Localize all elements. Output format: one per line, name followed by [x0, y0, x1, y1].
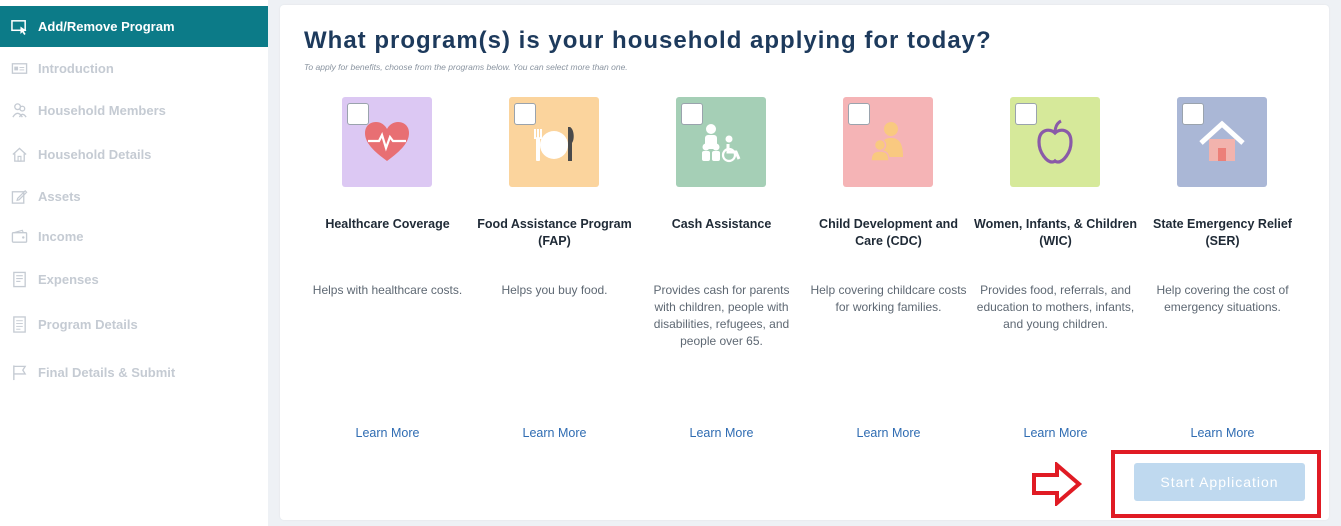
heart-pulse-icon: [365, 122, 409, 161]
program-name: Food Assistance Program (FAP): [477, 217, 632, 248]
learn-more-link-fap[interactable]: Learn More: [471, 426, 638, 440]
sidebar-item-income[interactable]: Income: [0, 216, 268, 256]
document-icon: [10, 315, 28, 333]
program-tile: [1177, 97, 1267, 187]
sidebar-item-household-details[interactable]: Household Details: [0, 134, 268, 174]
sidebar-item-label: Assets: [38, 188, 81, 204]
wallet-icon: [10, 227, 28, 245]
arrow-right-icon: [1032, 462, 1083, 506]
program-description: Helps you buy food.: [501, 283, 608, 297]
program-tile: [843, 97, 933, 187]
learn-more-link-ser[interactable]: Learn More: [1139, 426, 1306, 440]
house-icon: [1199, 120, 1245, 161]
start-application-button[interactable]: Start Application: [1134, 463, 1305, 501]
learn-more-link-wic[interactable]: Learn More: [972, 426, 1139, 440]
receipt-icon: [10, 270, 28, 288]
sidebar-item-label: Add/Remove Program: [38, 19, 175, 34]
apple-icon: [1037, 119, 1073, 164]
people-icon: [10, 101, 28, 119]
sidebar-item-label: Income: [38, 228, 84, 244]
edit-icon: [10, 187, 28, 205]
page-subtitle: To apply for benefits, choose from the p…: [304, 62, 628, 72]
program-tile: [509, 97, 599, 187]
sidebar-item-label: Introduction: [38, 60, 114, 76]
sidebar-item-label: Final Details & Submit: [38, 364, 176, 380]
program-name: Child Development and Care (CDC): [819, 217, 958, 248]
sidebar-item-final-details-submit[interactable]: Final Details & Submit: [0, 352, 268, 392]
program-name: Women, Infants, & Children (WIC): [974, 217, 1137, 248]
sidebar-item-label: Program Details: [38, 316, 138, 332]
program-description: Provides food, referrals, and education …: [976, 283, 1135, 331]
program-tile: [676, 97, 766, 187]
id-card-icon: [10, 59, 28, 77]
sidebar-item-household-members[interactable]: Household Members: [0, 90, 268, 130]
program-description: Help covering the cost of emergency situ…: [1156, 283, 1289, 314]
program-description: Help covering childcare costs for workin…: [810, 283, 967, 314]
sidebar-item-introduction[interactable]: Introduction: [0, 48, 268, 88]
sidebar-item-program-details[interactable]: Program Details: [0, 304, 268, 344]
parent-child-icon: [870, 122, 903, 162]
program-tile: [342, 97, 432, 187]
sidebar-item-expenses[interactable]: Expenses: [0, 259, 268, 299]
program-name: Healthcare Coverage: [325, 217, 450, 231]
program-description: Provides cash for parents with children,…: [653, 283, 790, 348]
program-name: State Emergency Relief (SER): [1153, 217, 1292, 248]
sidebar: Add/Remove Program Introduction Househol…: [0, 0, 268, 526]
program-name: Cash Assistance: [671, 217, 772, 231]
cursor-window-icon: [10, 18, 28, 36]
sidebar-item-add-remove-program[interactable]: Add/Remove Program: [0, 6, 268, 47]
sidebar-item-label: Household Members: [38, 102, 166, 118]
program-tile: [1010, 97, 1100, 187]
family-wheelchair-icon: [702, 124, 741, 163]
page-title: What program(s) is your household applyi…: [304, 27, 992, 54]
learn-more-link-cdc[interactable]: Learn More: [805, 426, 972, 440]
sidebar-item-label: Expenses: [38, 271, 99, 287]
home-icon: [10, 145, 28, 163]
sidebar-item-assets[interactable]: Assets: [0, 176, 268, 216]
flag-icon: [10, 363, 28, 381]
learn-more-link-cash-assistance[interactable]: Learn More: [638, 426, 805, 440]
sidebar-item-label: Household Details: [38, 146, 152, 162]
program-selection-card: What program(s) is your household applyi…: [280, 5, 1329, 520]
plate-utensils-icon: [534, 127, 574, 161]
learn-more-link-healthcare[interactable]: Learn More: [304, 426, 471, 440]
program-description: Helps with healthcare costs.: [312, 283, 463, 297]
